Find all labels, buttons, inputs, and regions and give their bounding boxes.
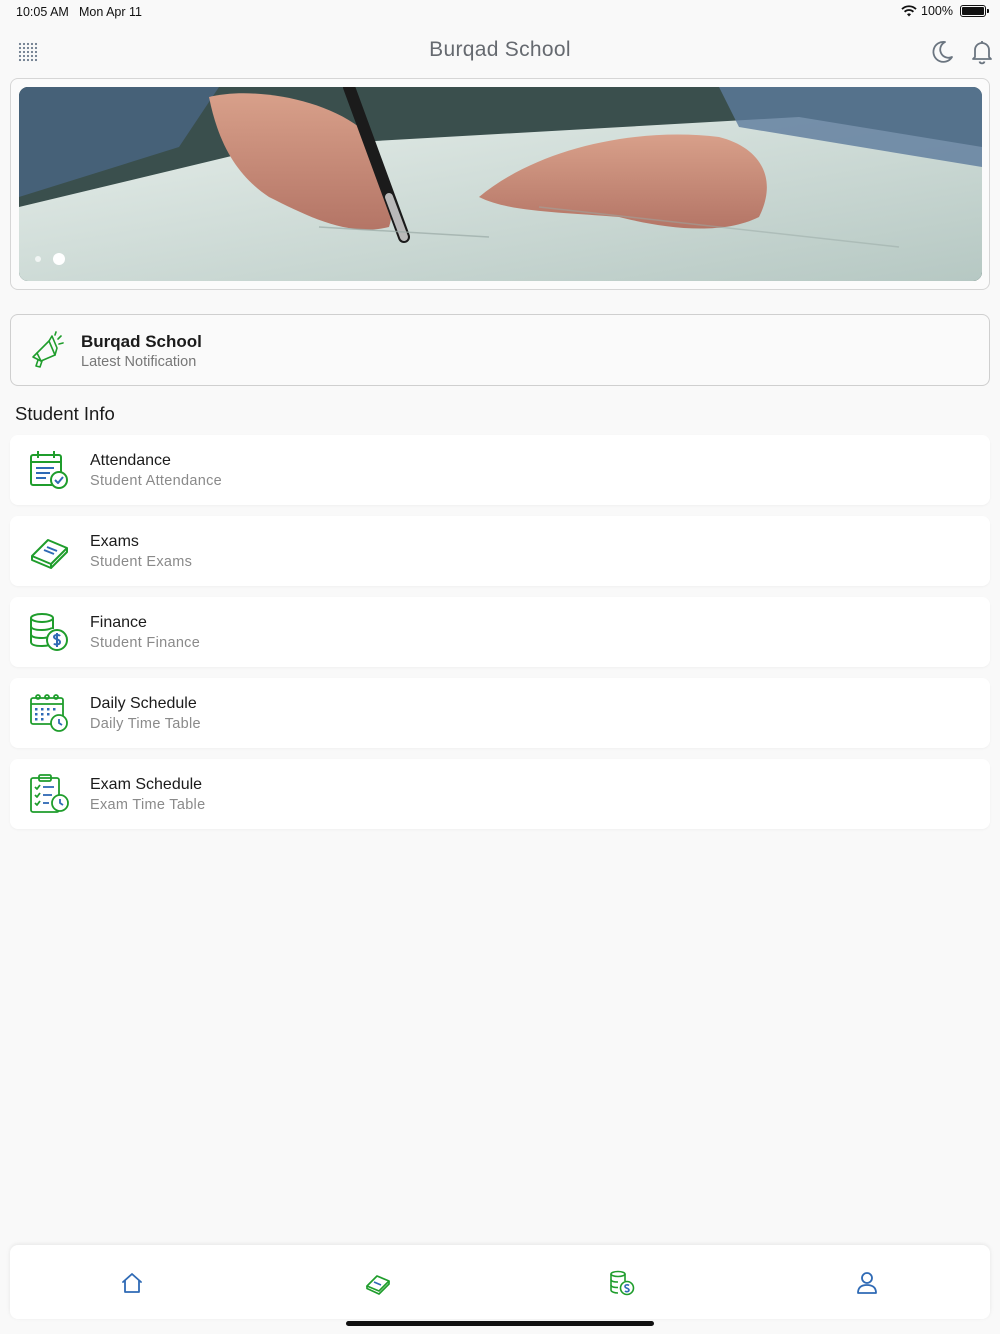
banner-image (19, 87, 982, 281)
item-sublabel: Student Finance (90, 635, 201, 651)
calendar-clock-icon (30, 694, 68, 732)
item-label: Daily Schedule (90, 695, 197, 712)
carousel-dots (35, 253, 65, 265)
carousel-dot-2[interactable] (53, 253, 65, 265)
notification-subtitle: Latest Notification (81, 354, 197, 370)
top-bar: Burqad School (0, 24, 1000, 78)
notification-title: Burqad School (81, 332, 202, 351)
carousel-dot-1[interactable] (35, 256, 41, 262)
banner-carousel[interactable] (10, 78, 990, 290)
exam-book-icon (31, 539, 68, 569)
item-sublabel: Daily Time Table (90, 716, 201, 732)
list-item-exams[interactable]: Exams Student Exams (10, 516, 990, 586)
status-bar: 10:05 AM Mon Apr 11 100% (0, 0, 1000, 24)
list-item-attendance[interactable]: Attendance Student Attendance (10, 435, 990, 505)
attendance-icon (30, 451, 68, 489)
item-label: Attendance (90, 452, 171, 469)
megaphone-icon (32, 331, 64, 368)
status-date: Mon Apr 11 (79, 5, 143, 19)
item-label: Exam Schedule (90, 776, 203, 793)
item-sublabel: Exam Time Table (90, 797, 206, 813)
home-indicator (346, 1321, 654, 1326)
battery-icon (960, 5, 989, 17)
status-time: 10:05 AM (16, 5, 69, 19)
item-sublabel: Student Exams (90, 554, 193, 570)
list-item-finance[interactable]: Finance Student Finance (10, 597, 990, 667)
battery-percent: 100% (921, 4, 953, 18)
bell-icon[interactable] (968, 38, 996, 66)
moon-icon[interactable] (928, 38, 956, 66)
section-title: Student Info (15, 403, 115, 424)
exam-book-icon[interactable] (364, 1269, 392, 1297)
checklist-clock-icon (30, 774, 69, 813)
finance-coins-icon[interactable] (608, 1269, 636, 1297)
item-sublabel: Student Attendance (90, 473, 222, 489)
wifi-icon (901, 5, 917, 17)
bottom-tab-bar (10, 1245, 990, 1319)
item-label: Exams (90, 533, 139, 550)
list-item-exam-schedule[interactable]: Exam Schedule Exam Time Table (10, 759, 990, 829)
item-label: Finance (90, 614, 147, 631)
home-icon[interactable] (118, 1269, 146, 1297)
finance-coins-icon (30, 613, 68, 651)
status-right: 100% (901, 4, 989, 18)
writing-hand-photo (19, 87, 982, 281)
list-item-daily-schedule[interactable]: Daily Schedule Daily Time Table (10, 678, 990, 748)
latest-notification-card[interactable]: Burqad School Latest Notification (10, 314, 990, 386)
profile-icon[interactable] (853, 1269, 881, 1297)
page-title: Burqad School (429, 38, 571, 61)
